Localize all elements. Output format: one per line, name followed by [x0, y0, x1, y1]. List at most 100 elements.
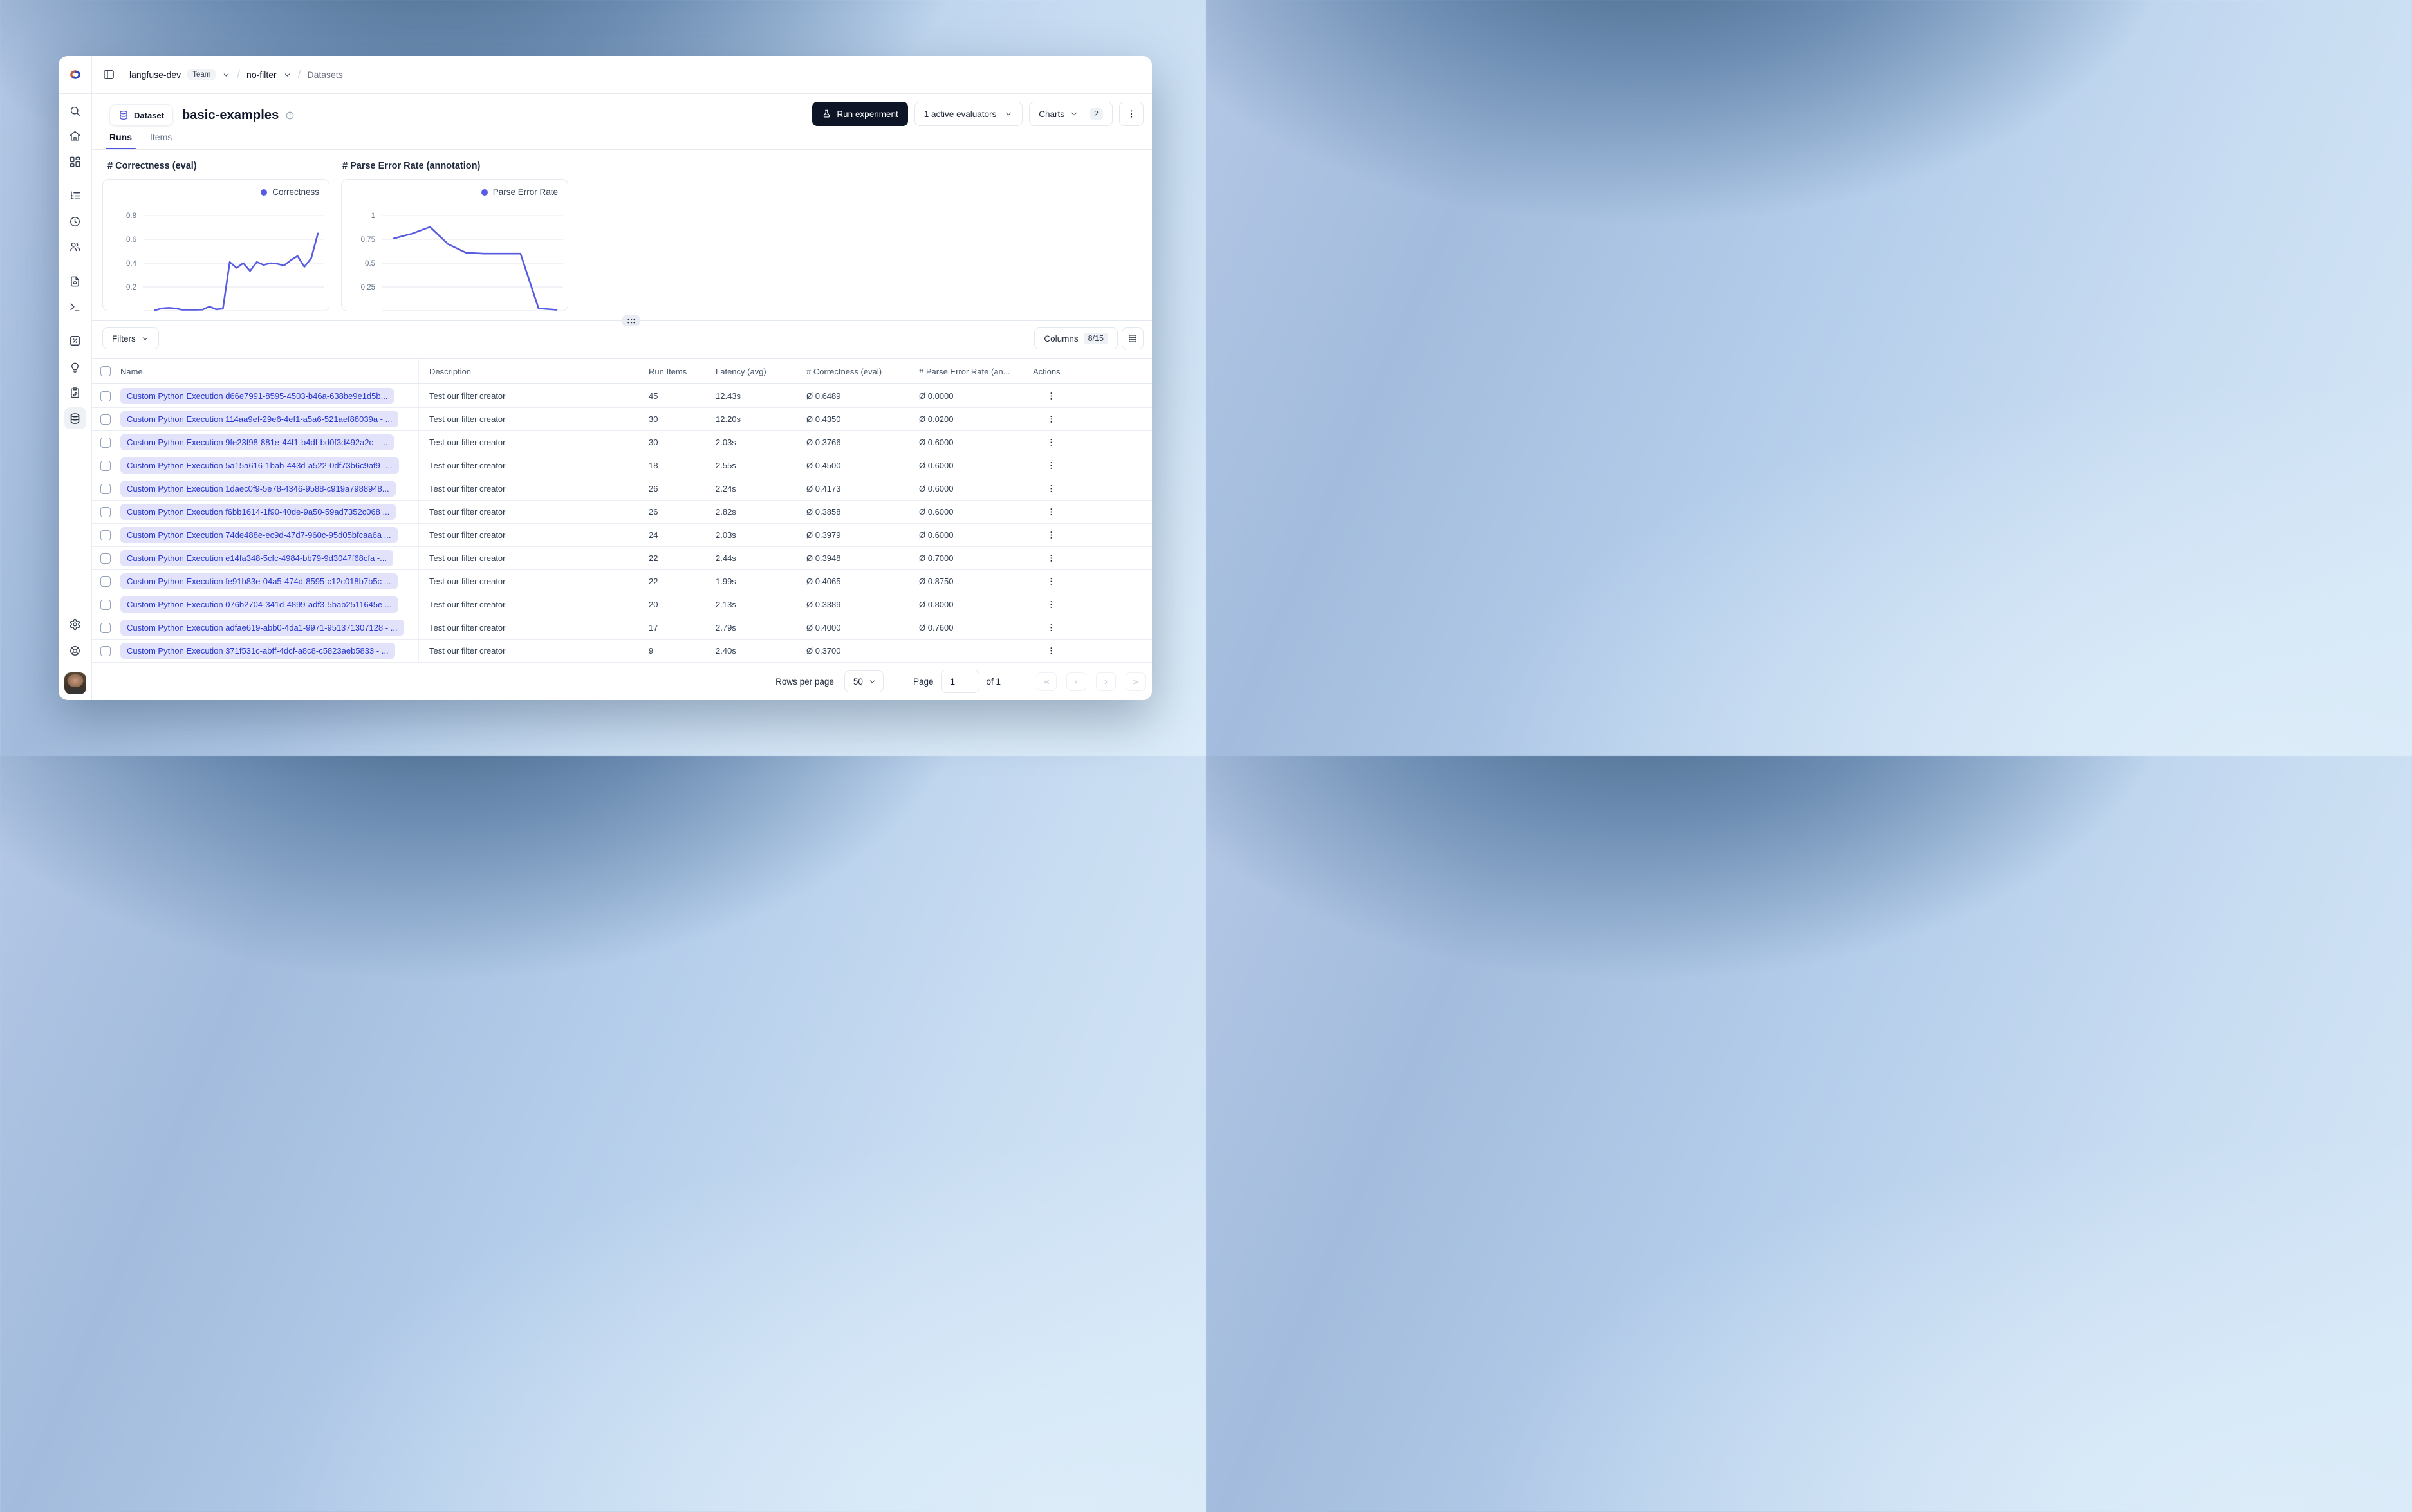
active-evaluators-button[interactable]: 1 active evaluators [914, 102, 1023, 126]
row-height-button[interactable] [1122, 327, 1144, 349]
row-checkbox[interactable] [100, 553, 111, 564]
breadcrumb: langfuse-dev Team / no-filter / Datasets [92, 56, 1152, 94]
row-checkbox[interactable] [100, 391, 111, 401]
sidebar-item-dashboards[interactable] [64, 151, 86, 172]
svg-text:0.6: 0.6 [126, 236, 136, 244]
row-checkbox[interactable] [100, 460, 111, 471]
kebab-icon [1050, 392, 1052, 400]
kebab-icon [1050, 462, 1052, 469]
run-name-link[interactable]: Custom Python Execution 5a15a616-1bab-44… [120, 457, 399, 474]
row-actions-button[interactable] [1042, 549, 1060, 567]
column-header-run-items[interactable]: Run Items [639, 367, 707, 376]
row-checkbox[interactable] [100, 530, 111, 540]
user-avatar[interactable] [64, 672, 86, 694]
row-actions-button[interactable] [1042, 526, 1060, 544]
row-checkbox[interactable] [100, 622, 111, 633]
filters-button[interactable]: Filters [102, 327, 159, 349]
run-name-link[interactable]: Custom Python Execution adfae619-abb0-4d… [120, 620, 404, 636]
row-actions-button[interactable] [1042, 642, 1060, 660]
run-name-link[interactable]: Custom Python Execution 371f531c-abff-4d… [120, 643, 395, 659]
row-checkbox[interactable] [100, 437, 111, 448]
column-header-latency[interactable]: Latency (avg) [707, 367, 797, 376]
row-actions-button[interactable] [1042, 457, 1060, 475]
previous-page-button[interactable]: ‹ [1066, 672, 1086, 691]
run-name-link[interactable]: Custom Python Execution 114aa9ef-29e6-4e… [120, 411, 399, 427]
sidebar-item-insights[interactable] [64, 356, 86, 378]
next-page-button[interactable]: › [1096, 672, 1116, 691]
page-title: basic-examples [181, 107, 279, 122]
row-checkbox[interactable] [100, 506, 111, 517]
row-actions-button[interactable] [1042, 503, 1060, 521]
chevron-down-icon[interactable] [283, 71, 292, 79]
run-name-link[interactable]: Custom Python Execution e14fa348-5cfc-49… [120, 550, 393, 566]
row-checkbox[interactable] [100, 576, 111, 587]
sidebar-item-settings[interactable] [64, 613, 86, 635]
run-name-link[interactable]: Custom Python Execution fe91b83e-04a5-47… [120, 573, 398, 589]
row-actions-button[interactable] [1042, 434, 1060, 452]
row-actions-button[interactable] [1042, 410, 1060, 429]
run-name-link[interactable]: Custom Python Execution f6bb1614-1f90-40… [120, 504, 396, 520]
sidebar-item-annotation[interactable] [64, 382, 86, 403]
chevron-down-icon[interactable] [222, 71, 230, 79]
breadcrumb-section[interactable]: Datasets [307, 69, 342, 80]
sidebar-item-sessions[interactable] [64, 210, 86, 232]
run-experiment-button[interactable]: Run experiment [812, 102, 908, 126]
run-name-link[interactable]: Custom Python Execution 74de488e-ec9d-47… [120, 527, 398, 543]
sidebar-item-playground[interactable] [64, 296, 86, 318]
first-page-button[interactable]: « [1037, 672, 1057, 691]
sidebar-item-evaluation[interactable] [64, 329, 86, 351]
run-name-link[interactable]: Custom Python Execution d66e7991-8595-45… [120, 388, 394, 404]
more-actions-button[interactable] [1119, 102, 1144, 126]
column-header-description[interactable]: Description [419, 367, 639, 376]
run-description: Test our filter creator [429, 623, 506, 632]
sidebar-item-support[interactable] [64, 640, 86, 661]
line-chart-svg: 0.25 0.5 0.75 1 [361, 212, 563, 311]
column-header-name[interactable]: Name [115, 359, 419, 383]
row-actions-button[interactable] [1042, 480, 1060, 498]
info-icon[interactable] [285, 111, 295, 120]
column-header-parse-error-rate[interactable]: # Parse Error Rate (an... [911, 367, 1024, 376]
chevron-down-icon [142, 337, 147, 340]
row-actions-button[interactable] [1042, 573, 1060, 591]
list-tree-icon [71, 190, 80, 199]
sidebar-toggle-icon[interactable] [102, 68, 115, 81]
run-name-link[interactable]: Custom Python Execution 076b2704-341d-48… [120, 596, 398, 613]
run-name-link[interactable]: Custom Python Execution 9fe23f98-881e-44… [120, 434, 394, 450]
sidebar-item-datasets[interactable] [64, 407, 86, 429]
sidebar-item-prompts[interactable] [64, 270, 86, 292]
column-header-correctness[interactable]: # Correctness (eval) [797, 367, 911, 376]
kebab-icon [1050, 439, 1052, 446]
last-page-button[interactable]: » [1126, 672, 1146, 691]
page-number-input[interactable]: 1 [941, 670, 980, 693]
run-items-value: 22 [649, 553, 658, 563]
pagination-bar: Rows per page 50 Page 1 of 1 « ‹ › » [92, 663, 1152, 700]
row-checkbox[interactable] [100, 599, 111, 610]
columns-button[interactable]: Columns 8/15 [1034, 327, 1118, 349]
breadcrumb-project[interactable]: langfuse-dev [129, 69, 181, 80]
breadcrumb-environment[interactable]: no-filter [246, 69, 277, 80]
row-checkbox[interactable] [100, 645, 111, 656]
tab-runs[interactable]: Runs [106, 132, 136, 150]
run-description: Test our filter creator [429, 646, 506, 656]
select-all-checkbox[interactable] [100, 366, 111, 376]
svg-text:0.75: 0.75 [361, 236, 375, 244]
run-name-link[interactable]: Custom Python Execution 1daec0f9-5e78-43… [120, 481, 396, 497]
rows-per-page-select[interactable]: 50 [844, 670, 884, 692]
table-row: Custom Python Execution 9fe23f98-881e-44… [92, 431, 1152, 454]
charts-button[interactable]: Charts 2 [1029, 102, 1113, 126]
sidebar-item-tracing[interactable] [64, 185, 86, 207]
rows-per-page-label: Rows per page [775, 676, 834, 687]
sidebar-item-search[interactable] [64, 100, 86, 122]
row-checkbox[interactable] [100, 414, 111, 425]
sidebar-item-users[interactable] [64, 235, 86, 257]
resize-grip[interactable] [622, 315, 640, 326]
row-checkbox[interactable] [100, 483, 111, 494]
row-actions-button[interactable] [1042, 596, 1060, 614]
latency-value: 2.44s [716, 553, 736, 563]
run-items-value: 18 [649, 461, 658, 470]
row-actions-button[interactable] [1042, 387, 1060, 405]
row-actions-button[interactable] [1042, 619, 1060, 637]
sidebar-item-home[interactable] [64, 125, 86, 147]
run-description: Test our filter creator [429, 507, 506, 517]
tab-items[interactable]: Items [150, 132, 172, 149]
